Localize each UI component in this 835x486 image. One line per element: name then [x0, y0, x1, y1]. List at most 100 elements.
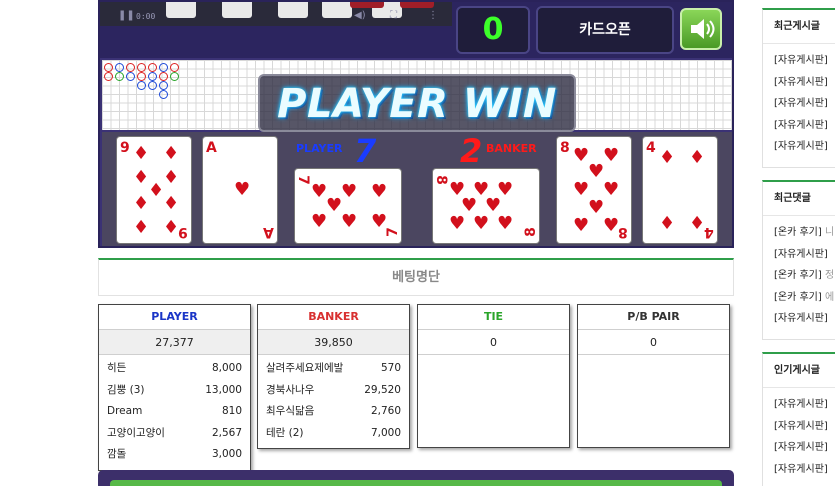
comment-preview: 에: [821, 291, 835, 303]
heart-icon: ♥: [473, 213, 490, 234]
player-card-3: 7 7 ♥ ♥ ♥ ♥ ♥ ♥ ♥: [294, 168, 402, 244]
heart-icon: ♥: [603, 215, 620, 236]
recent-comments-title: 최근댓글: [763, 182, 835, 216]
heart-icon: ♥: [603, 179, 620, 200]
banker-score: 2: [460, 132, 483, 170]
banker-card-1: 8 8 ♥ ♥ ♥ ♥ ♥ ♥ ♥ ♥: [432, 168, 540, 244]
bet-row: 경북사나우 29,520: [266, 380, 401, 402]
bet-panel-player: PLAYER 27,377 히든 8,000 김뿡 (3) 13,000 Dream…: [98, 304, 251, 471]
card-rank: 8: [432, 175, 449, 185]
diamond-icon: ♦: [133, 217, 150, 238]
bottom-bar-fill: [110, 480, 722, 486]
bet-user: 최우식닮음: [266, 405, 315, 417]
popular-post-item[interactable]: [자유게시판]: [774, 459, 835, 481]
card-open-button[interactable]: 카드오픈: [536, 6, 674, 54]
recent-post-item[interactable]: [자유게시판]: [774, 115, 835, 137]
game-topbar: ❚❚ 0:00 ◀) ⛶ ⋮ 0 카드오픈: [100, 2, 732, 58]
comment-preview: 정: [821, 270, 835, 281]
road-dot-player: [148, 81, 157, 90]
road-dot-tie: [115, 72, 124, 81]
card-rank: 9: [178, 224, 188, 240]
bet-panel-total: 27,377: [99, 329, 250, 355]
bet-row: 고양이고양이 2,567: [107, 423, 242, 445]
recent-post-item[interactable]: [자유게시판]: [774, 72, 835, 94]
diamond-icon: ♦: [133, 143, 150, 164]
diamond-icon: ♦: [163, 143, 180, 164]
player-score: 7: [354, 132, 377, 170]
card-rank: 4: [646, 140, 656, 156]
card-rank: 9: [120, 140, 130, 156]
bet-panel-title: PLAYER: [151, 310, 198, 323]
diamond-icon: ♦: [163, 217, 180, 238]
card-rank: 7: [385, 227, 402, 237]
road-dot-player: [159, 90, 168, 99]
bet-amount: 3,000: [211, 448, 242, 460]
heart-icon: ♥: [341, 211, 358, 232]
bet-user: 김뿡 (3): [107, 383, 145, 396]
road-dot-player: [159, 81, 168, 90]
fullscreen-icon[interactable]: ⛶: [390, 10, 397, 22]
road-dot-banker: [104, 63, 113, 72]
popular-post-item[interactable]: [자유게시판]: [774, 437, 835, 459]
bet-panel-rows: 히든 8,000 김뿡 (3) 13,000 Dream 810 고양이고양이 2,56…: [99, 355, 250, 470]
bet-row: 살려주세요제에발 570: [266, 358, 401, 380]
player-card-2: A A ♥: [202, 136, 278, 244]
popular-post-item[interactable]: [자유게시판]: [774, 416, 835, 438]
banker-label: BANKER: [486, 142, 537, 155]
heart-icon: ♥: [371, 211, 388, 232]
sidebar: 최근게시글 [자유게시판] [자유게시판] [자유게시판] [자유게시판] [자…: [762, 0, 835, 486]
bet-panel-title: P/B PAIR: [627, 310, 680, 323]
sound-toggle-button[interactable]: [680, 8, 722, 50]
comment-board: [온카 후기]: [774, 291, 822, 303]
heart-icon: ♥: [497, 213, 514, 234]
diamond-icon: ♦: [659, 147, 676, 168]
heart-icon: ♥: [311, 211, 328, 232]
popular-post-item[interactable]: [자유게시판]: [774, 394, 835, 416]
recent-comment-item[interactable]: [온카 후기] 정: [774, 265, 835, 287]
card-rank: A: [263, 224, 274, 240]
result-banner-text: PLAYER WIN: [277, 81, 557, 127]
recent-post-item[interactable]: [자유게시판]: [774, 50, 835, 72]
bet-amount: 2,567: [211, 426, 242, 439]
bet-amount: 810: [221, 405, 242, 417]
bet-panel-pair: P/B PAIR 0: [577, 304, 730, 448]
card-rank: 4: [704, 224, 714, 240]
menu-dots-icon[interactable]: ⋮: [428, 10, 438, 22]
recent-post-item[interactable]: [자유게시판]: [774, 136, 835, 158]
bet-panel-title: TIE: [483, 310, 504, 323]
bet-panel-banker: BANKER 39,850 살려주세요제에발 570 경북사나우 29,520 최우…: [257, 304, 410, 449]
player-label: PLAYER: [296, 142, 343, 155]
recent-comment-item[interactable]: [자유게시판]: [774, 244, 835, 266]
heart-icon: ♥: [234, 179, 251, 200]
bet-amount: 29,520: [364, 383, 401, 396]
road-dot-player: [115, 63, 124, 72]
recent-comment-item[interactable]: [자유게시판]: [774, 308, 835, 330]
recent-post-item[interactable]: [자유게시판]: [774, 93, 835, 115]
speaker-icon: [691, 19, 715, 39]
card-rank: A: [206, 140, 217, 156]
video-card: [322, 2, 352, 18]
video-chip: [400, 2, 434, 8]
popular-posts-list: [자유게시판] [자유게시판] [자유게시판] [자유게시판]: [763, 388, 835, 480]
diamond-icon: ♦: [689, 213, 706, 234]
recent-comment-item[interactable]: [온카 후기] 니: [774, 222, 835, 244]
road-dot-banker: [137, 63, 146, 72]
heart-icon: ♥: [326, 195, 343, 216]
bet-amount: 570: [380, 362, 401, 374]
diamond-icon: ♦: [163, 167, 180, 188]
banker-card-3: 4 4 ♦ ♦ ♦ ♦: [642, 136, 718, 244]
video-card: [278, 2, 308, 18]
recent-comment-item[interactable]: [온카 후기] 에: [774, 287, 835, 309]
bet-user: 테란 (2): [266, 426, 304, 439]
road-dot-banker: [159, 72, 168, 81]
diamond-icon: ♦: [133, 193, 150, 214]
popular-posts-box: 인기게시글 [자유게시판] [자유게시판] [자유게시판] [자유게시판]: [762, 352, 835, 486]
video-chip: [350, 2, 384, 8]
volume-icon[interactable]: ◀): [354, 10, 366, 22]
bet-panel-total: 39,850: [258, 329, 409, 355]
road-dot-player: [126, 72, 135, 81]
card-rank: 7: [294, 175, 311, 185]
play-icon[interactable]: ❚❚: [118, 10, 135, 22]
recent-comments-box: 최근댓글 [온카 후기] 니 [자유게시판] [온카 후기] 정 [온카 후기]…: [762, 180, 835, 340]
video-time: 0:00: [136, 12, 156, 21]
